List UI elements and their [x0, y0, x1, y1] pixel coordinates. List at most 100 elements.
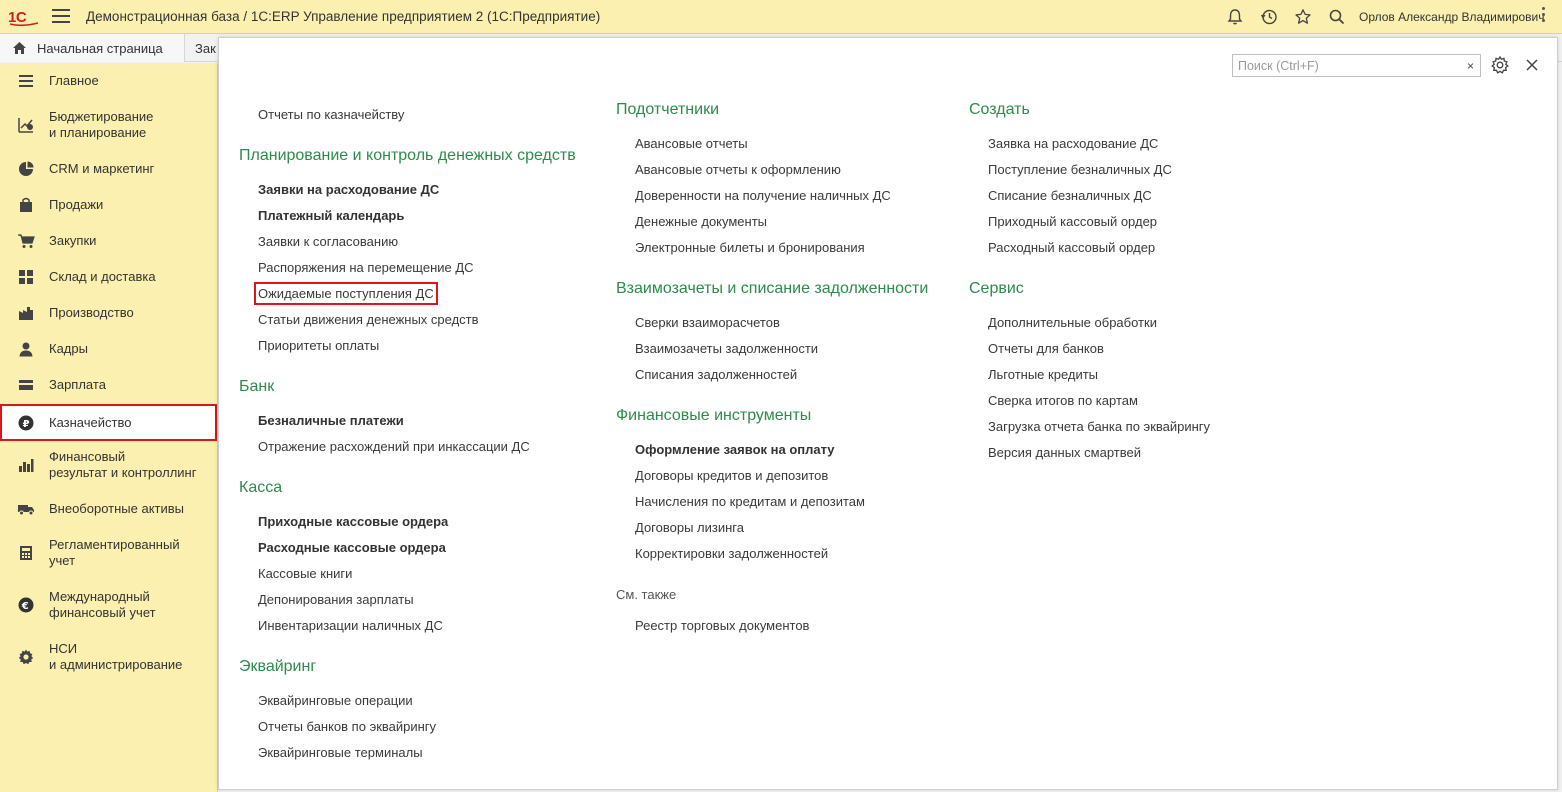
sidebar-item-admin[interactable]: НСИ и администрирование [0, 639, 217, 675]
tab-home[interactable]: Начальная страница [0, 34, 185, 62]
link-fin-tools-item[interactable]: Договоры лизинга [635, 520, 744, 535]
favorites-star-icon[interactable] [1292, 6, 1314, 28]
link-acquiring-item[interactable]: Эквайринговые терминалы [258, 745, 423, 760]
sidebar-item-hr[interactable]: Кадры [0, 331, 217, 367]
link-cash-item[interactable]: Приходные кассовые ордера [258, 514, 448, 529]
budget-icon [17, 116, 35, 134]
sidebar-item-budgeting[interactable]: Бюджетирование и планирование [0, 107, 217, 143]
link-service-item[interactable]: Дополнительные обработки [988, 315, 1157, 330]
link-fin-tools-item[interactable]: Оформление заявок на оплату [635, 442, 835, 457]
sidebar-item-salary[interactable]: Зарплата [0, 367, 217, 403]
gear-icon [17, 648, 35, 666]
tab-home-label: Начальная страница [37, 40, 163, 56]
link-fin-tools-item[interactable]: Договоры кредитов и депозитов [635, 468, 828, 483]
see-also-title: См. также [616, 587, 677, 602]
search-icon[interactable] [1326, 6, 1348, 28]
link-acquiring-item[interactable]: Эквайринговые операции [258, 693, 413, 708]
section-panel: × Отчеты по казначейству Планирование и … [218, 37, 1558, 790]
warehouse-icon [17, 268, 35, 286]
link-planning-item[interactable]: Платежный календарь [258, 208, 404, 223]
link-see-also-item[interactable]: Реестр торговых документов [635, 618, 809, 633]
sections-sidebar: Главное Бюджетирование и планирование CR… [0, 63, 218, 792]
tab-open-window[interactable]: Зак [186, 34, 216, 62]
link-create-item[interactable]: Расходный кассовый ордер [988, 240, 1155, 255]
link-create-item[interactable]: Заявка на расходование ДС [988, 136, 1158, 151]
link-bank-item[interactable]: Безналичные платежи [258, 413, 404, 428]
sidebar-item-sales[interactable]: Продажи [0, 187, 217, 223]
link-cash-item[interactable]: Кассовые книги [258, 566, 352, 581]
ruble-icon: ₽ [17, 414, 35, 432]
link-fin-tools-item[interactable]: Начисления по кредитам и депозитам [635, 494, 865, 509]
sidebar-item-crm[interactable]: CRM и маркетинг [0, 151, 217, 187]
link-fin-tools-item[interactable]: Корректировки задолженностей [635, 546, 828, 561]
search-input[interactable] [1233, 55, 1438, 76]
link-planning-item[interactable]: Статьи движения денежных средств [258, 312, 479, 327]
sidebar-item-label: Внеоборотные активы [49, 501, 185, 516]
main-menu-icon[interactable] [52, 9, 70, 25]
link-offsets-item[interactable]: Взаимозачеты задолженности [635, 341, 818, 356]
link-planning-item[interactable]: Приоритеты оплаты [258, 338, 379, 353]
sidebar-item-ifrs[interactable]: € Международный финансовый учет [0, 587, 217, 623]
link-cash-item[interactable]: Расходные кассовые ордера [258, 540, 446, 555]
link-service-item[interactable]: Льготные кредиты [988, 367, 1098, 382]
link-bank-item[interactable]: Отражение расхождений при инкассации ДС [258, 439, 530, 454]
link-planning-item[interactable]: Заявки на расходование ДС [258, 182, 439, 197]
sidebar-item-label: Закупки [49, 233, 97, 248]
sidebar-item-purchases[interactable]: Закупки [0, 223, 217, 259]
sidebar-item-regulated[interactable]: Регламентированный учет [0, 535, 217, 571]
link-service-item[interactable]: Загрузка отчета банка по эквайрингу [988, 419, 1210, 434]
group-title-bank: Банк [239, 378, 275, 395]
group-title-offsets: Взаимозачеты и списание задолженности [616, 280, 929, 297]
group-title-create: Создать [969, 101, 1030, 118]
link-accountable-item[interactable]: Доверенности на получение наличных ДС [635, 188, 891, 203]
search-clear-button[interactable]: × [1461, 54, 1481, 77]
settings-gear-icon[interactable] [1491, 55, 1511, 76]
link-planning-item[interactable]: Распоряжения на перемещение ДС [258, 260, 474, 275]
link-offsets-item[interactable]: Сверки взаиморасчетов [635, 315, 780, 330]
bell-icon[interactable] [1224, 6, 1246, 28]
more-menu-icon[interactable] [1540, 7, 1546, 27]
link-expected-receipts-highlighted[interactable]: Ожидаемые поступления ДС [254, 282, 438, 305]
link-service-item[interactable]: Отчеты для банков [988, 341, 1104, 356]
link-treasury-reports[interactable]: Отчеты по казначейству [258, 107, 404, 122]
link-accountable-item[interactable]: Авансовые отчеты [635, 136, 748, 151]
sidebar-item-label: Финансовый результат и контроллинг [49, 449, 197, 480]
link-create-item[interactable]: Списание безналичных ДС [988, 188, 1152, 203]
link-accountable-item[interactable]: Авансовые отчеты к оформлению [635, 162, 841, 177]
sidebar-item-warehouse[interactable]: Склад и доставка [0, 259, 217, 295]
sidebar-item-label: Регламентированный учет [49, 537, 180, 568]
group-title-service: Сервис [969, 280, 1024, 297]
search-field[interactable] [1232, 54, 1462, 77]
link-planning-item[interactable]: Заявки к согласованию [258, 234, 398, 249]
app-title: Демонстрационная база / 1С:ERP Управлени… [86, 9, 601, 24]
pie-icon [17, 160, 35, 178]
sidebar-item-fixed-assets[interactable]: Внеоборотные активы [0, 491, 217, 527]
close-icon[interactable] [1523, 56, 1543, 76]
link-cash-item[interactable]: Инвентаризации наличных ДС [258, 618, 443, 633]
link-service-item[interactable]: Версия данных смартвей [988, 445, 1141, 460]
sidebar-item-main[interactable]: Главное [0, 63, 217, 99]
sidebar-item-fin-result[interactable]: Финансовый результат и контроллинг [0, 447, 217, 483]
link-create-item[interactable]: Поступление безналичных ДС [988, 162, 1172, 177]
history-icon[interactable] [1258, 6, 1280, 28]
sidebar-item-label: Производство [49, 305, 134, 320]
euro-icon: € [17, 596, 35, 614]
link-acquiring-item[interactable]: Отчеты банков по эквайрингу [258, 719, 436, 734]
link-service-item[interactable]: Сверка итогов по картам [988, 393, 1138, 408]
link-create-item[interactable]: Приходный кассовый ордер [988, 214, 1157, 229]
link-cash-item[interactable]: Депонирования зарплаты [258, 592, 414, 607]
sidebar-item-label: Бюджетирование и планирование [49, 109, 154, 140]
link-offsets-item[interactable]: Списания задолженностей [635, 367, 797, 382]
link-accountable-item[interactable]: Электронные билеты и бронирования [635, 240, 865, 255]
sidebar-item-production[interactable]: Производство [0, 295, 217, 331]
app-logo[interactable]: 1С [8, 8, 40, 26]
group-title-acquiring: Эквайринг [239, 658, 317, 675]
calculator-icon [17, 544, 35, 562]
link-accountable-item[interactable]: Денежные документы [635, 214, 767, 229]
cart-icon [17, 232, 35, 250]
sidebar-item-label: Главное [49, 73, 99, 88]
group-title-fin-tools: Финансовые инструменты [616, 407, 812, 424]
sidebar-item-treasury[interactable]: ₽ Казначейство [0, 404, 217, 441]
svg-text:₽: ₽ [23, 419, 30, 430]
user-name[interactable]: Орлов Александр Владимирович [1359, 10, 1545, 24]
